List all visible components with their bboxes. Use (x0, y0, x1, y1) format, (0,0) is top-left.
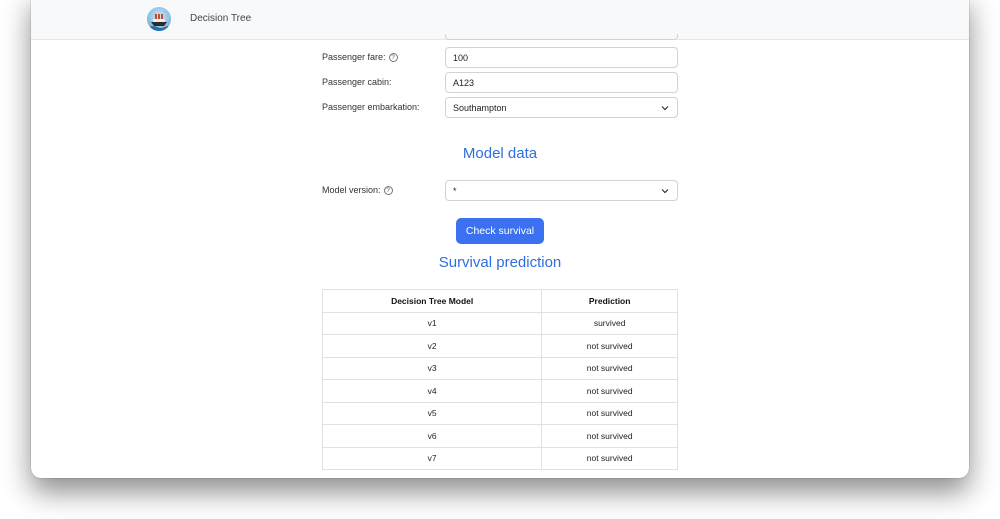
chevron-down-icon (661, 106, 669, 111)
embarkation-row: Passenger embarkation: Southampton (322, 97, 678, 118)
table-row: v7 not survived (321, 446, 678, 470)
prediction-table: Decision Tree Model Prediction v1 surviv… (321, 289, 678, 470)
model-cell: v3 (321, 356, 543, 380)
embarkation-select[interactable]: Southampton (445, 97, 678, 118)
help-icon[interactable]: ? (383, 185, 393, 195)
model-cell: v4 (321, 379, 543, 403)
fare-label-text: Passenger fare: (322, 52, 386, 62)
table-header-row: Decision Tree Model Prediction (321, 289, 678, 313)
check-survival-button[interactable]: Check survival (456, 218, 544, 244)
model-cell: v1 (321, 311, 543, 335)
prediction-cell: not survived (541, 424, 678, 448)
model-cell: v2 (321, 334, 543, 358)
table-row: v1 survived (321, 311, 678, 335)
table-row: v2 not survived (321, 334, 678, 358)
cabin-input[interactable]: A123 (445, 72, 678, 93)
browser-window: Decision Tree Passenger fare: ? 100 Pass… (31, 0, 969, 478)
prediction-cell: survived (541, 311, 678, 335)
help-icon[interactable]: ? (388, 52, 398, 62)
prediction-cell: not survived (541, 379, 678, 403)
fare-input[interactable]: 100 (445, 47, 678, 68)
model-version-select[interactable]: * (445, 180, 678, 201)
model-version-label-text: Model version: (322, 185, 381, 195)
titanic-ship-icon[interactable] (147, 7, 171, 31)
table-row: v4 not survived (321, 379, 678, 403)
embarkation-label: Passenger embarkation: (322, 102, 420, 112)
table-row: v5 not survived (321, 401, 678, 425)
column-header-prediction: Prediction (541, 289, 678, 313)
model-cell: v5 (321, 401, 543, 425)
model-version-label: Model version: ? (322, 185, 393, 195)
model-version-row: Model version: ? * (322, 180, 678, 201)
prediction-cell: not survived (541, 334, 678, 358)
prediction-cell: not survived (541, 446, 678, 470)
prediction-cell: not survived (541, 401, 678, 425)
model-version-value: * (453, 186, 457, 196)
embarkation-value: Southampton (453, 103, 507, 113)
column-header-model: Decision Tree Model (321, 289, 543, 313)
fare-label: Passenger fare: ? (322, 52, 398, 62)
survival-prediction-heading: Survival prediction (438, 254, 562, 271)
table-row: v3 not survived (321, 356, 678, 380)
partial-input-field[interactable] (445, 34, 678, 40)
cabin-label: Passenger cabin: (322, 77, 392, 87)
model-cell: v7 (321, 446, 543, 470)
table-row: v6 not survived (321, 424, 678, 448)
chevron-down-icon (661, 189, 669, 194)
cabin-row: Passenger cabin: A123 (322, 72, 678, 93)
navbar-brand[interactable]: Decision Tree (190, 13, 251, 24)
model-data-heading: Model data (462, 145, 538, 162)
prediction-cell: not survived (541, 356, 678, 380)
fare-row: Passenger fare: ? 100 (322, 47, 678, 68)
model-cell: v6 (321, 424, 543, 448)
